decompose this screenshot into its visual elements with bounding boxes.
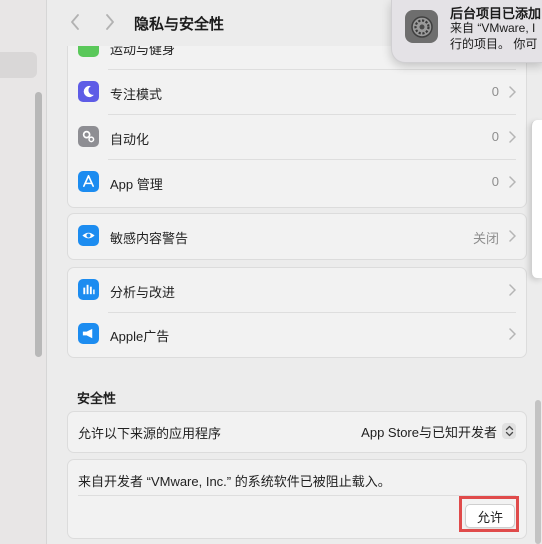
row-label: 自动化 [110,132,150,147]
chevron-right-icon [509,284,516,296]
row-apple-ads[interactable]: Apple广告 [68,312,526,357]
back-button[interactable] [64,11,86,33]
allow-button[interactable]: 允许 [465,504,515,528]
moon-icon [78,81,99,102]
row-value: 0 [491,84,499,99]
row-analytics[interactable]: 分析与改进 [68,268,526,313]
eye-warning-icon [78,225,99,246]
row-value: 0 [491,174,499,189]
blocked-software-message: 来自开发者 “VMware, Inc.” 的系统软件已被阻止载入。 [78,474,391,489]
row-app-management[interactable]: App 管理 0 [68,160,526,205]
notification-line-2: 行的项目。 你可 [450,37,538,51]
bar-chart-icon [78,279,99,300]
row-value: 关闭 [472,231,499,246]
settings-gear-icon [405,10,438,43]
app-source-value: App Store与已知开发者 [361,424,497,440]
notification-line-1: 来自 “VMware, I [450,21,536,35]
app-source-group: 允许以下来源的应用程序 App Store与已知开发者 [67,411,527,453]
gears-icon [78,126,99,147]
row-label: Apple广告 [110,329,170,344]
chevron-right-icon [509,328,516,340]
sidebar [0,0,47,544]
notification-banner[interactable]: 后台项目已添加 来自 “VMware, I 行的项目。 你可 [391,0,542,63]
row-sensitive-content[interactable]: 敏感内容警告 关闭 [68,214,526,259]
main-scrollbar[interactable] [535,400,541,544]
main-content: 隐私与安全性 运动与健身 专注模式 0 自动化 0 App 管理 0 敏感内容警… [47,0,542,544]
app-source-select[interactable]: App Store与已知开发者 [361,420,516,442]
chevron-right-icon [106,14,114,30]
app-store-icon [78,171,99,192]
chevron-right-icon [509,230,516,242]
app-source-label: 允许以下来源的应用程序 [78,426,222,441]
row-label: 分析与改进 [110,285,176,300]
forward-button[interactable] [99,11,121,33]
megaphone-icon [78,323,99,344]
blocked-software-group: 来自开发者 “VMware, Inc.” 的系统软件已被阻止载入。 [67,459,527,539]
row-automation[interactable]: 自动化 0 [68,115,526,160]
sidebar-scrollbar[interactable] [35,92,42,357]
sensitive-content-group: 敏感内容警告 关闭 [67,213,527,260]
chevron-left-icon [71,14,79,30]
row-label: App 管理 [110,177,163,192]
background-window-edge [531,120,542,278]
up-down-chevron-icon [502,423,516,439]
row-label: 敏感内容警告 [110,231,189,246]
chevron-right-icon [509,176,516,188]
page-title: 隐私与安全性 [134,16,225,33]
row-label: 专注模式 [110,87,163,102]
notification-body: 来自 “VMware, I 行的项目。 你可 [450,20,537,52]
analytics-ads-group: 分析与改进 Apple广告 [67,267,527,358]
row-value: 0 [491,129,499,144]
chevron-right-icon [509,86,516,98]
chevron-right-icon [509,131,516,143]
security-section-title: 安全性 [77,391,117,406]
divider [78,495,516,496]
sidebar-selected-item[interactable] [0,52,37,78]
row-focus[interactable]: 专注模式 0 [68,70,526,115]
